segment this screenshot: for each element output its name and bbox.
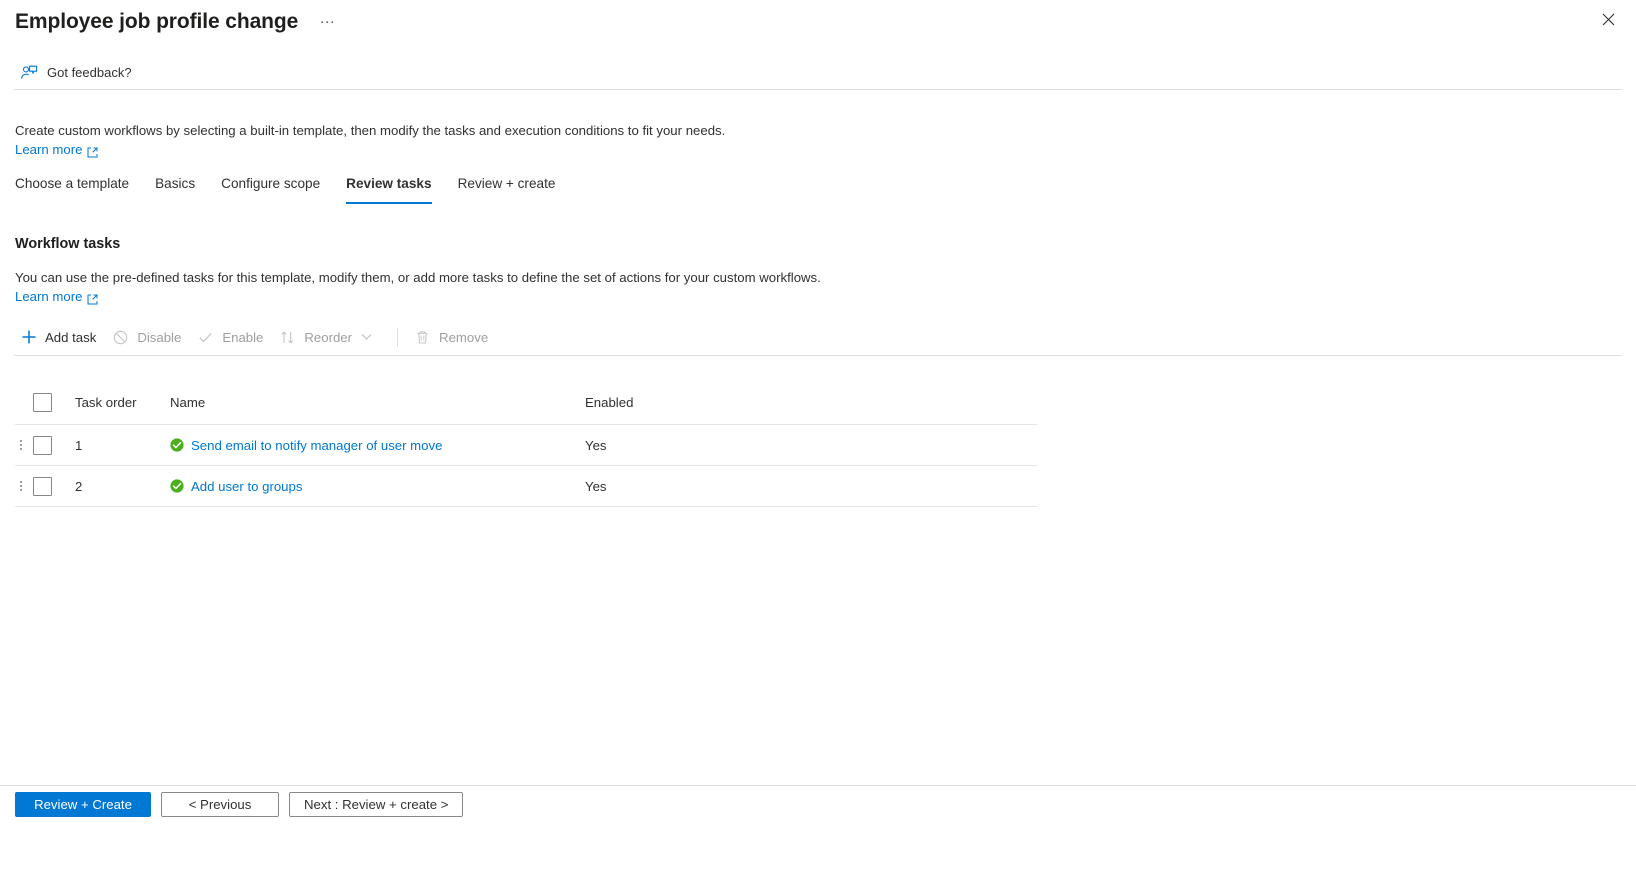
review-create-button[interactable]: Review + Create — [15, 792, 151, 817]
command-bar-divider — [14, 355, 1622, 356]
reorder-tasks-button[interactable]: Reorder — [274, 322, 381, 352]
cell-task-name: Add user to groups — [170, 479, 585, 494]
intro-learn-more-label: Learn more — [15, 142, 83, 157]
enable-task-button[interactable]: Enable — [192, 322, 272, 352]
external-link-icon — [87, 144, 98, 158]
intro-block: Create custom workflows by selecting a b… — [15, 121, 1115, 159]
external-link-icon — [87, 291, 98, 305]
block-icon — [112, 329, 129, 346]
sort-arrows-icon — [279, 329, 296, 346]
column-header-enabled[interactable]: Enabled — [585, 395, 1037, 410]
intro-text: Create custom workflows by selecting a b… — [15, 123, 726, 138]
tab-review-create[interactable]: Review + create — [458, 175, 556, 204]
more-options-button[interactable]: … — [313, 10, 341, 34]
add-task-button[interactable]: Add task — [15, 322, 105, 352]
task-name-link[interactable]: Add user to groups — [191, 479, 302, 494]
green-check-circle-icon — [170, 479, 184, 493]
add-task-label: Add task — [45, 329, 97, 345]
table-row[interactable]: 1 Send email to notify manager of user m… — [15, 425, 1037, 466]
cell-enabled: Yes — [585, 437, 607, 453]
remove-task-label: Remove — [439, 329, 489, 345]
row-select-cell — [26, 435, 73, 455]
tab-basics[interactable]: Basics — [155, 175, 195, 204]
section-title: Workflow tasks — [15, 236, 121, 252]
section-learn-more-link[interactable]: Learn more — [15, 287, 98, 306]
blade-header: Employee job profile change … — [0, 0, 1636, 44]
drag-dots-icon — [19, 481, 22, 491]
cell-task-order: 2 — [75, 478, 83, 494]
page-title: Employee job profile change — [15, 10, 299, 33]
footer-divider — [0, 785, 1636, 786]
cell-enabled: Yes — [585, 478, 607, 494]
chevron-down-icon — [361, 333, 372, 341]
tasks-command-bar: Add task Disable Enable Reorder Remove — [15, 322, 499, 352]
task-name-link[interactable]: Send email to notify manager of user mov… — [191, 438, 442, 453]
cell-task-order: 1 — [75, 437, 83, 453]
tab-choose-a-template[interactable]: Choose a template — [15, 175, 129, 204]
select-all-cell — [26, 393, 73, 412]
header-divider — [14, 89, 1622, 90]
drag-dots-icon — [19, 440, 22, 450]
checkmark-icon — [197, 329, 214, 346]
wizard-tabs: Choose a template Basics Configure scope… — [15, 176, 555, 204]
close-icon — [1602, 13, 1615, 26]
close-button[interactable] — [1593, 4, 1623, 34]
disable-task-button[interactable]: Disable — [107, 322, 190, 352]
plus-icon — [20, 329, 37, 346]
previous-button[interactable]: < Previous — [161, 792, 279, 817]
section-description: You can use the pre-defined tasks for th… — [15, 270, 821, 285]
row-checkbox[interactable] — [33, 435, 52, 455]
cell-task-name: Send email to notify manager of user mov… — [170, 438, 585, 453]
command-separator — [397, 327, 399, 347]
green-check-circle-icon — [170, 438, 184, 452]
section-learn-more-label: Learn more — [15, 289, 83, 304]
row-checkbox[interactable] — [33, 476, 52, 496]
reorder-tasks-label: Reorder — [304, 329, 353, 345]
table-row[interactable]: 2 Add user to groups Yes — [15, 466, 1037, 507]
trash-icon — [414, 329, 431, 346]
got-feedback-button[interactable]: Got feedback? — [20, 59, 138, 87]
next-button[interactable]: Next : Review + create > — [289, 792, 464, 817]
row-drag-handle[interactable] — [15, 440, 26, 450]
feedback-person-icon — [20, 64, 38, 82]
select-all-checkbox[interactable] — [33, 393, 52, 412]
section-description-block: You can use the pre-defined tasks for th… — [15, 268, 1165, 306]
feedback-bar: Got feedback? — [0, 57, 1636, 89]
workflow-tasks-table: Task order Name Enabled 1 Send email to … — [15, 381, 1037, 507]
row-select-cell — [26, 476, 73, 496]
disable-task-label: Disable — [137, 329, 182, 345]
intro-learn-more-link[interactable]: Learn more — [15, 140, 98, 159]
tab-configure-scope[interactable]: Configure scope — [221, 175, 320, 204]
table-header-row: Task order Name Enabled — [15, 381, 1037, 425]
got-feedback-label: Got feedback? — [47, 65, 132, 80]
row-drag-handle[interactable] — [15, 481, 26, 491]
remove-task-button[interactable]: Remove — [409, 322, 497, 352]
enable-task-label: Enable — [222, 329, 264, 345]
column-header-task-order[interactable]: Task order — [73, 395, 170, 410]
wizard-footer: Review + Create < Previous Next : Review… — [15, 792, 473, 817]
blade-panel: Employee job profile change … Got feedba… — [0, 0, 1636, 870]
tab-review-tasks[interactable]: Review tasks — [346, 175, 432, 204]
column-header-name[interactable]: Name — [170, 395, 585, 410]
